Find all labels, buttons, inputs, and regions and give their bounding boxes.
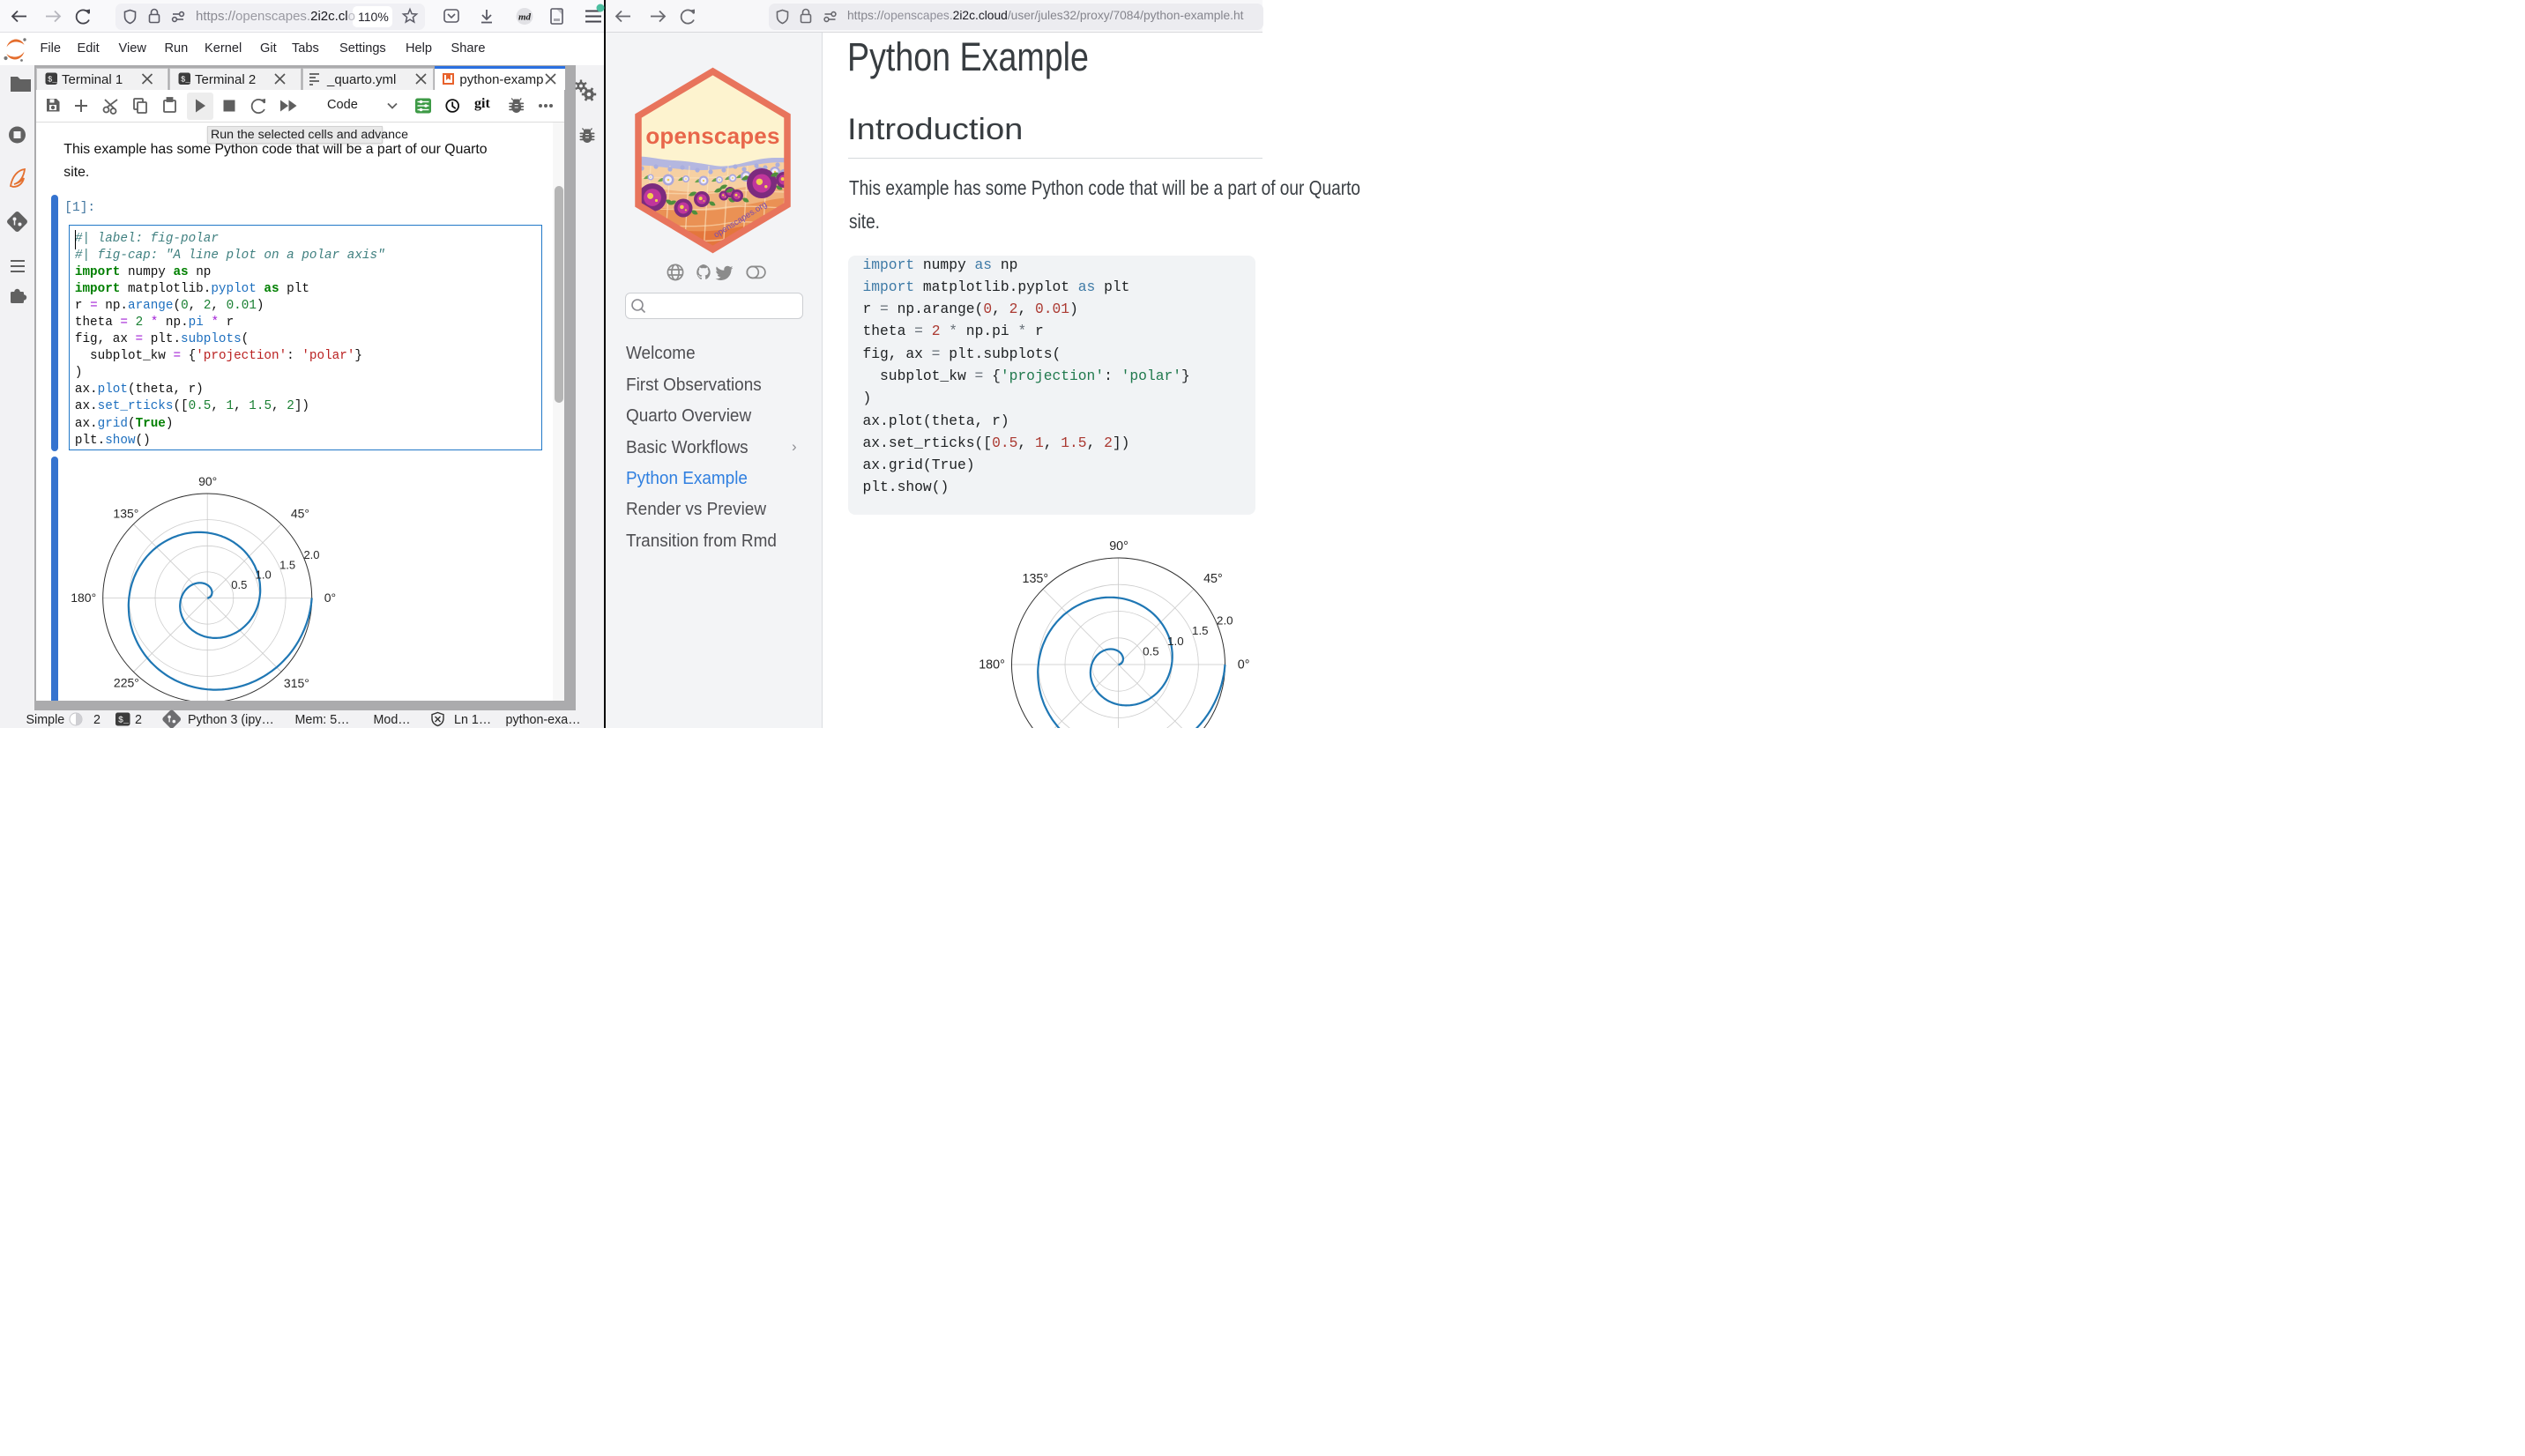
svg-text:135°: 135° xyxy=(1023,572,1049,586)
svg-text:1.5: 1.5 xyxy=(279,558,295,571)
svg-text:180°: 180° xyxy=(71,590,97,604)
svg-text:90°: 90° xyxy=(1109,539,1128,553)
svg-text:225°: 225° xyxy=(114,675,139,689)
svg-text:315°: 315° xyxy=(284,675,309,689)
svg-text:2.0: 2.0 xyxy=(1217,614,1233,628)
svg-text:1.0: 1.0 xyxy=(1167,635,1184,648)
svg-text:0°: 0° xyxy=(324,590,336,604)
svg-text:0°: 0° xyxy=(1238,658,1250,672)
svg-text:openscapes: openscapes xyxy=(645,123,779,149)
svg-text:180°: 180° xyxy=(979,658,1005,672)
svg-text:45°: 45° xyxy=(1203,572,1223,586)
svg-text:90°: 90° xyxy=(198,473,217,487)
svg-text:2.0: 2.0 xyxy=(304,548,320,561)
svg-text:45°: 45° xyxy=(291,506,309,520)
svg-text:0.5: 0.5 xyxy=(232,578,248,591)
svg-text:135°: 135° xyxy=(114,506,139,520)
svg-text:1.0: 1.0 xyxy=(256,568,272,581)
svg-text:1.5: 1.5 xyxy=(1192,624,1209,637)
svg-text:0.5: 0.5 xyxy=(1143,644,1159,657)
